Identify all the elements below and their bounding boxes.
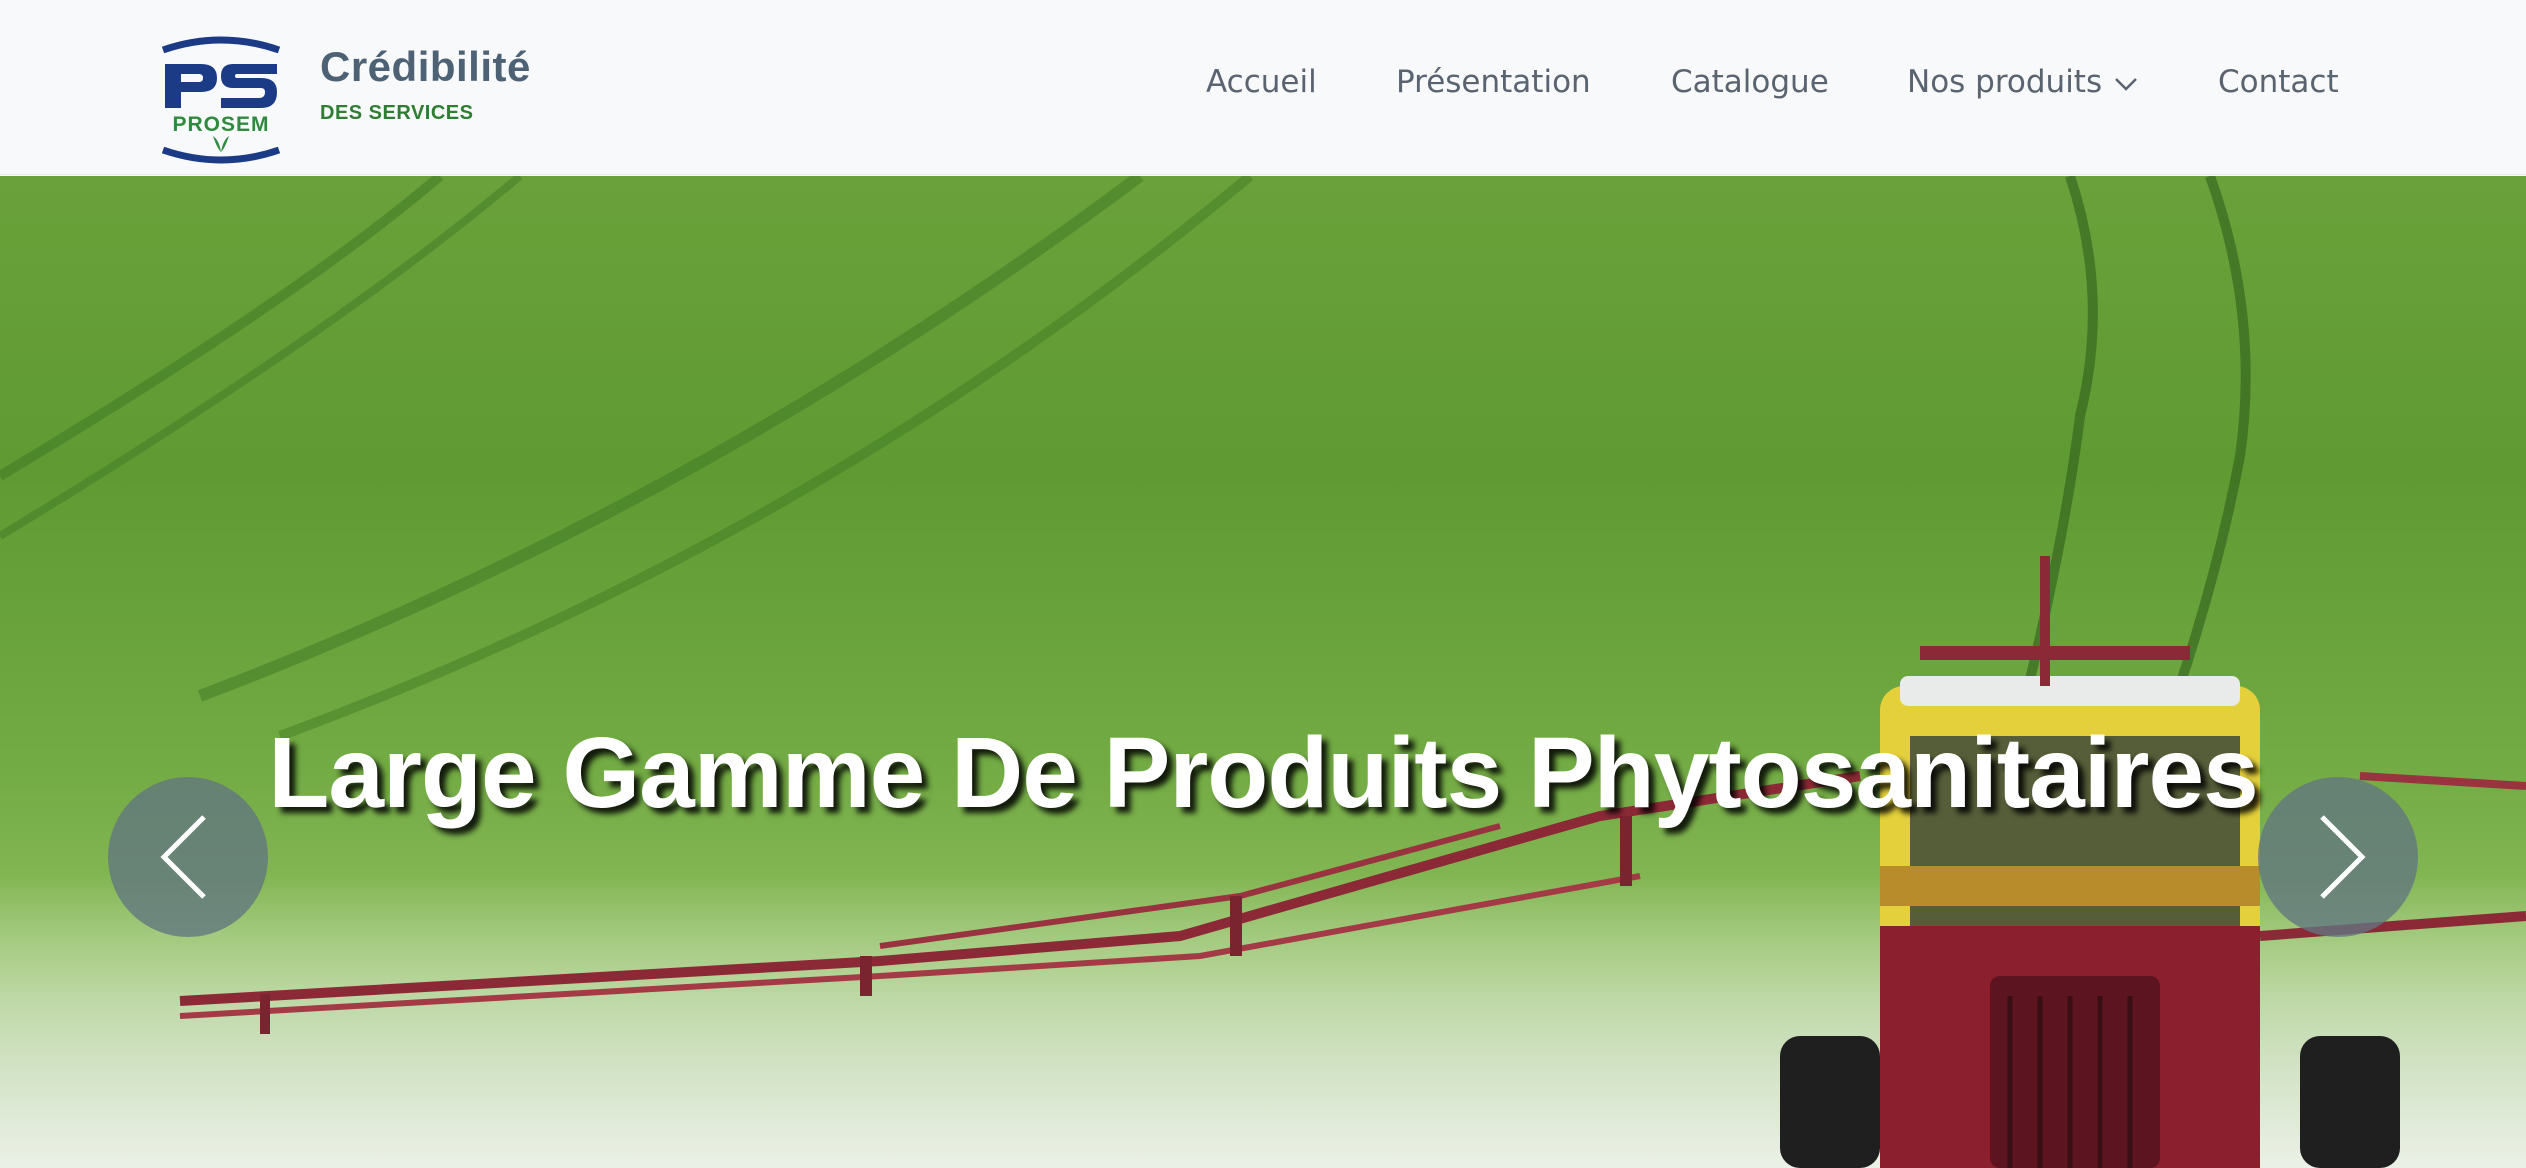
nav-item-presentation[interactable]: Présentation [1396,64,1591,100]
nav-item-catalogue[interactable]: Catalogue [1671,64,1829,100]
chevron-left-icon [160,815,206,899]
main-nav: Accueil Présentation Catalogue Nos produ… [0,0,2526,175]
nav-item-contact[interactable]: Contact [2218,64,2339,100]
nav-item-nos-produits[interactable]: Nos produits [1907,64,2138,100]
nav-item-nos-produits-label: Nos produits [1907,64,2103,100]
nav-item-accueil[interactable]: Accueil [1206,64,1317,100]
chevron-right-icon [2320,815,2366,899]
navbar: PROSEM Crédibilité DES SERVICES Accueil … [0,0,2526,175]
carousel-prev-button[interactable] [108,777,268,937]
hero-title: Large Gamme De Produits Phytosanitaires [268,717,2258,829]
hero-image [0,176,2526,1168]
chevron-down-icon [2115,77,2138,91]
carousel-next-button[interactable] [2258,777,2418,937]
hero-carousel: Large Gamme De Produits Phytosanitaires [0,176,2526,1168]
